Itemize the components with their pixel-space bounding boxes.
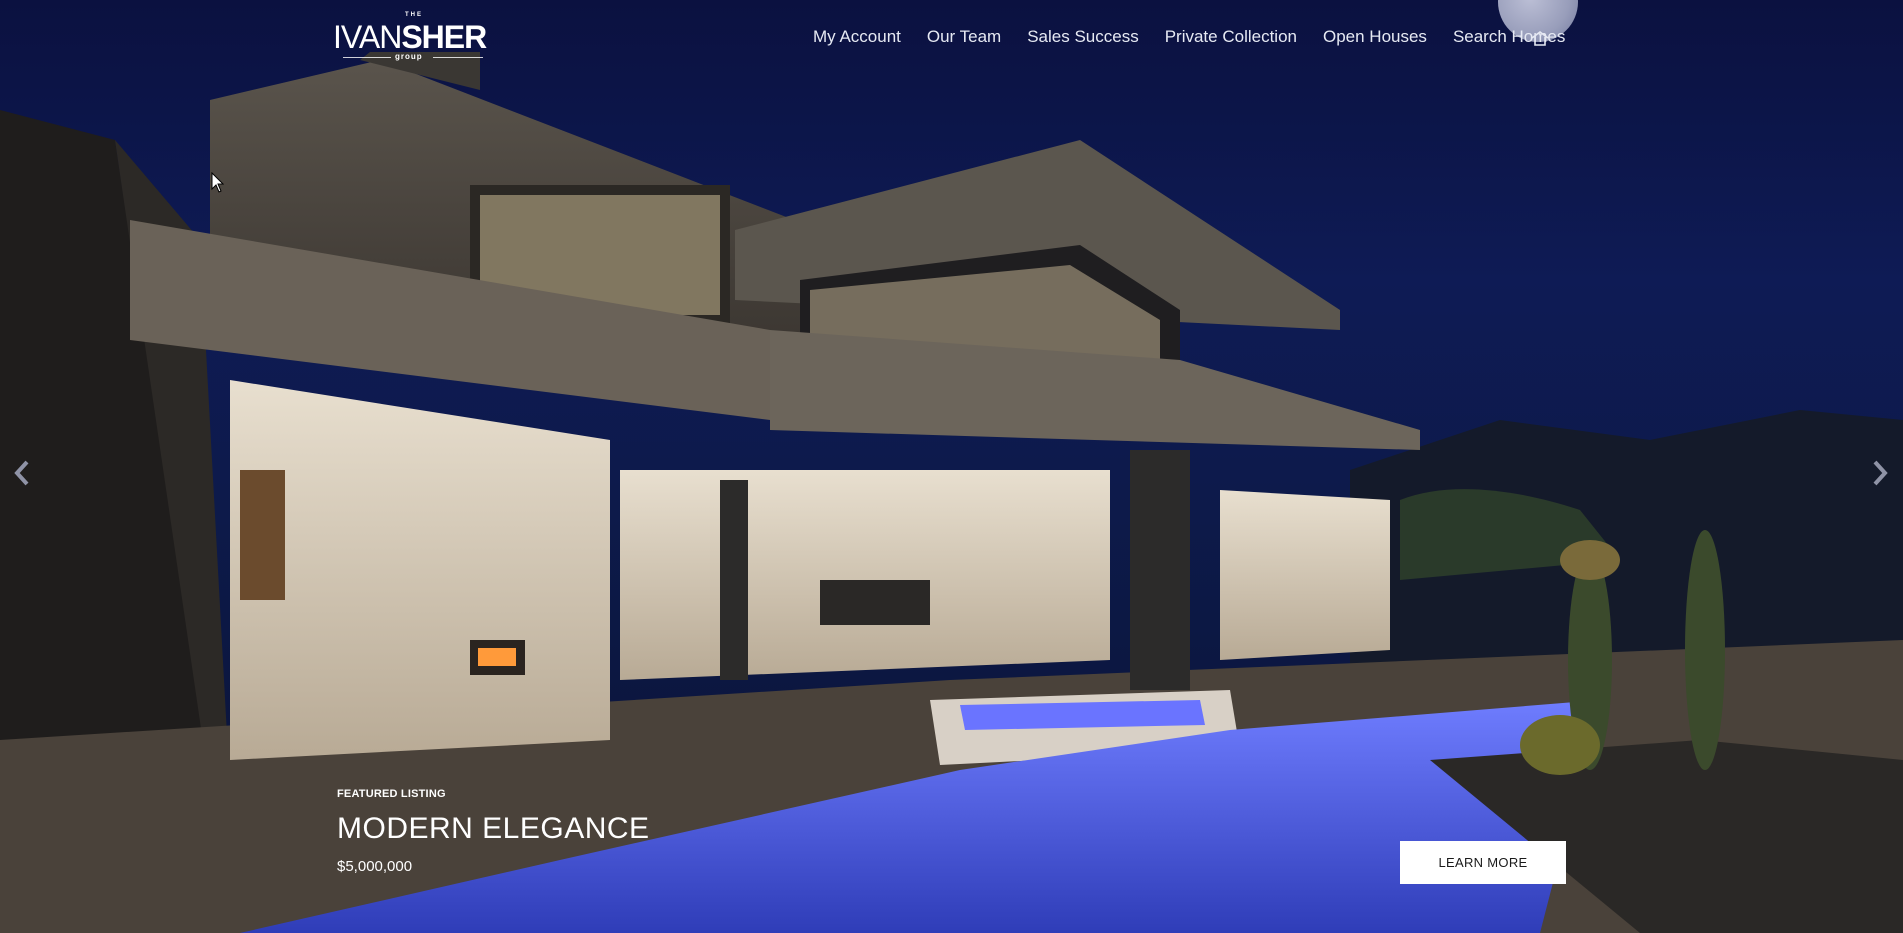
nav-private-collection[interactable]: Private Collection	[1165, 25, 1297, 49]
learn-more-button[interactable]: LEARN MORE	[1400, 841, 1566, 884]
logo-rule-right	[433, 57, 483, 58]
main-nav: My Account Our Team Sales Success Privat…	[813, 25, 1565, 49]
nav-my-account[interactable]: My Account	[813, 25, 901, 49]
logo-ivan-text: IVAN	[333, 19, 402, 55]
mouse-cursor-icon	[211, 172, 225, 193]
nav-open-houses[interactable]: Open Houses	[1323, 25, 1427, 49]
chevron-left-icon[interactable]	[10, 458, 34, 488]
nav-sales-success[interactable]: Sales Success	[1027, 25, 1139, 49]
logo[interactable]: THE IVANSHER group	[333, 12, 493, 64]
hero-slider: THE IVANSHER group My Account Our Team S…	[0, 0, 1903, 933]
featured-listing-caption: FEATURED LISTING MODERN ELEGANCE $5,000,…	[337, 788, 650, 875]
logo-the-text: THE	[405, 12, 423, 18]
logo-rule-left	[343, 57, 391, 58]
home-icon[interactable]	[1530, 30, 1550, 46]
logo-sher-text: SHER	[401, 19, 487, 55]
featured-listing-tag: FEATURED LISTING	[337, 788, 446, 800]
hero-image-modern-house	[0, 52, 1903, 933]
listing-title: MODERN ELEGANCE	[337, 812, 650, 845]
logo-group-text: group	[395, 52, 423, 61]
chevron-right-icon[interactable]	[1868, 458, 1892, 488]
nav-our-team[interactable]: Our Team	[927, 25, 1001, 49]
listing-price: $5,000,000	[337, 858, 413, 875]
logo-wordmark: IVANSHER	[333, 19, 487, 55]
